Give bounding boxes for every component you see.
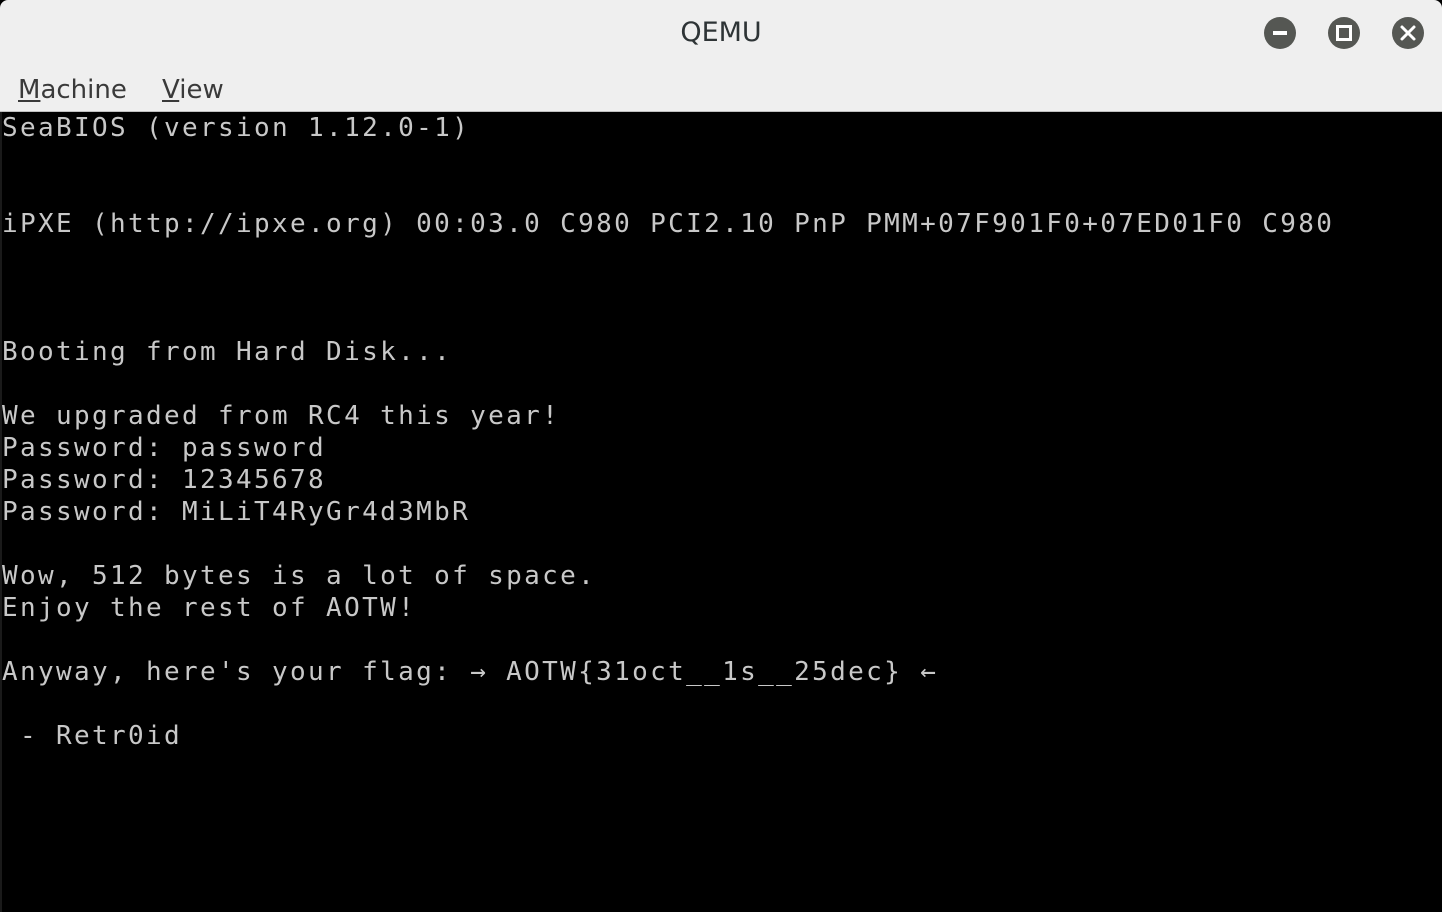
close-button[interactable] <box>1392 17 1424 49</box>
menu-machine-label: achine <box>40 75 127 105</box>
console-line: We upgraded from RC4 this year! <box>2 401 561 431</box>
flag-line: Anyway, here's your flag: → AOTW{31oct__… <box>2 657 939 687</box>
console-line: Wow, 512 bytes is a lot of space. <box>2 561 597 591</box>
console-line: SeaBIOS (version 1.12.0-1) <box>2 113 471 143</box>
signature-line: - Retr0id <box>2 721 183 751</box>
console-line: Booting from Hard Disk... <box>2 337 453 367</box>
minimize-button[interactable] <box>1264 17 1296 49</box>
menu-machine[interactable]: Machine <box>18 73 127 107</box>
console-line: Password: 12345678 <box>2 465 327 495</box>
maximize-icon <box>1336 25 1352 41</box>
qemu-window: QEMU Machine View SeaBIOS (version 1.12.… <box>0 0 1442 912</box>
console-line: Enjoy the rest of AOTW! <box>2 593 417 623</box>
vm-console[interactable]: SeaBIOS (version 1.12.0-1) iPXE (http://… <box>2 112 1440 912</box>
menu-view-accelerator: V <box>162 75 180 105</box>
title-bar[interactable]: QEMU <box>0 0 1442 67</box>
minimize-icon <box>1273 31 1287 35</box>
console-line: Password: password <box>2 433 327 463</box>
menu-view-label: iew <box>179 75 224 105</box>
menu-machine-accelerator: M <box>18 75 41 105</box>
menu-view[interactable]: View <box>162 73 224 107</box>
window-title: QEMU <box>680 17 762 48</box>
menu-bar: Machine View <box>0 67 1442 112</box>
console-line: Password: MiLiT4RyGr4d3MbR <box>2 497 471 527</box>
console-line: iPXE (http://ipxe.org) 00:03.0 C980 PCI2… <box>2 209 1335 239</box>
maximize-button[interactable] <box>1328 17 1360 49</box>
close-icon <box>1400 25 1416 41</box>
